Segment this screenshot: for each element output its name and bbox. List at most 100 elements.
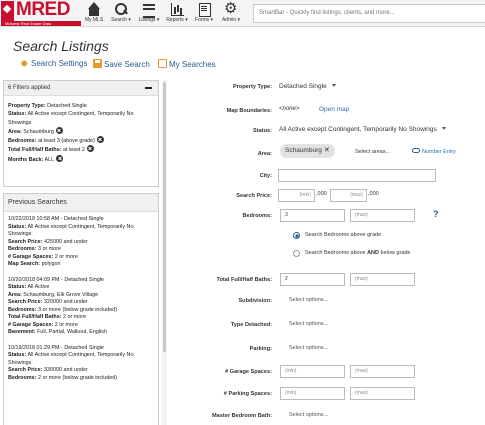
parking-spaces-max-input[interactable]: (max) <box>350 387 415 400</box>
subdivision-select[interactable]: Select options... <box>289 297 328 303</box>
previous-search-criterion: Search Price: 330000 and under <box>8 367 88 373</box>
previous-search-criterion: Search Price: 320000 and under <box>8 299 88 305</box>
previous-searches-list: 10/22/2018 10:58 AM - Detached Single Sta… <box>4 212 158 394</box>
remove-filter-icon[interactable] <box>86 145 94 153</box>
previous-search-entry[interactable]: 10/22/2018 10:58 AM - Detached Single Sta… <box>8 216 154 269</box>
nav-label: Forms ▾ <box>194 17 214 23</box>
nav-admin[interactable]: Admin ▾ <box>219 0 243 26</box>
master-bath-select[interactable]: Select options... <box>289 412 328 418</box>
map-boundaries-label: Map Boundaries: <box>226 108 272 114</box>
previous-search-entry[interactable]: 10/20/2018 04:09 PM - Detached Single Sta… <box>8 277 154 337</box>
garage-spaces-label: # Garage Spaces: <box>225 369 272 375</box>
chevron-down-icon <box>331 84 336 87</box>
search-settings-button[interactable]: ✹ Search Settings <box>20 59 87 70</box>
settings-gear-icon: ✹ <box>20 59 29 70</box>
parking-spaces-min-input[interactable]: (min) <box>280 387 345 400</box>
parking-select[interactable]: Select options... <box>289 345 328 351</box>
my-searches-label: My Searches <box>169 60 216 69</box>
save-search-label: Save Search <box>104 60 150 69</box>
help-icon[interactable]: ? <box>433 209 439 219</box>
map-boundaries-value: <none> <box>279 106 300 112</box>
nav-label: Search ▾ <box>111 17 131 23</box>
save-icon <box>93 59 102 68</box>
my-searches-button[interactable]: My Searches <box>158 59 216 69</box>
folder-icon <box>158 59 167 68</box>
bedrooms-min-input[interactable]: 3 <box>280 209 345 222</box>
previous-search-criterion: Bedrooms: 3 or more (below grade include… <box>8 306 118 313</box>
close-icon[interactable]: ✕ <box>324 147 330 154</box>
save-search-button[interactable]: Save Search <box>93 59 150 69</box>
open-map-link[interactable]: Open map <box>319 106 349 113</box>
area-chip-label: Schaumburg <box>285 147 322 154</box>
select-areas-input[interactable]: Select areas... <box>355 149 390 155</box>
previous-search-entry[interactable]: 10/19/2018 01:29 PM - Detached Single Sta… <box>8 345 154 383</box>
type-detached-select[interactable]: Select options... <box>289 321 328 327</box>
baths-max-input[interactable]: (max) <box>350 273 415 286</box>
bedrooms-max-input[interactable]: (max) <box>350 209 415 222</box>
filter-item: Bedrooms: at least 3 (above grade) <box>8 136 154 145</box>
price-min-suffix: ,000 <box>316 191 327 197</box>
page-title: Search Listings <box>13 38 109 54</box>
remove-filter-icon[interactable] <box>55 126 63 134</box>
remove-filter-icon[interactable] <box>56 154 64 162</box>
previous-search-criterion: Status: All Active <box>8 284 50 290</box>
search-icon <box>114 2 128 16</box>
left-scrollbar-thumb[interactable] <box>163 82 166 352</box>
previous-search-criterion: Map Search: polygon <box>8 261 61 267</box>
garage-max-input[interactable]: (max) <box>350 365 415 378</box>
previous-search-title: 10/22/2018 10:58 AM - Detached Single <box>8 216 104 222</box>
home-icon <box>87 2 101 16</box>
price-min-input[interactable]: (min) <box>278 189 315 202</box>
nav-forms[interactable]: Forms ▾ <box>193 2 215 26</box>
nav-label: Admin ▾ <box>221 17 241 23</box>
filter-item: Total Full/Half Baths: at least 2 <box>8 145 154 154</box>
property-type-label: Property Type: <box>232 84 272 90</box>
filters-count: 6 Filters applied <box>8 85 51 91</box>
baths-label: Total Full/Half Baths: <box>216 277 272 283</box>
city-input[interactable] <box>278 169 436 182</box>
previous-search-criterion: Bedrooms: 3 or more <box>8 246 62 252</box>
nav-reports[interactable]: Reports ▾ <box>165 2 189 26</box>
listings-icon <box>142 2 156 18</box>
gear-icon <box>224 0 238 17</box>
bedrooms-below-grade-label: Search Bedrooms above AND below grade <box>305 250 411 256</box>
property-type-select[interactable]: Detached Single <box>279 83 336 90</box>
filter-item: Area: Schaumburg <box>8 126 154 136</box>
property-type-value: Detached Single <box>279 83 327 90</box>
previous-search-criterion: Basement: Full, Partial, Walkout, Englis… <box>8 329 107 335</box>
nav-listings[interactable]: Listings ▾ <box>137 2 161 26</box>
nav-label: Reports ▾ <box>166 17 188 23</box>
parking-spaces-label: # Parking Spaces: <box>223 391 272 397</box>
logo-subtitle: Midwest Real Estate Data <box>1 21 81 26</box>
previous-search-criterion: Status: All Active except Contingent, Te… <box>8 352 134 366</box>
baths-min-input[interactable]: 2 <box>280 273 345 286</box>
price-max-input[interactable]: (max) <box>330 189 367 202</box>
nav-search[interactable]: Search ▾ <box>110 2 132 26</box>
collapse-icon[interactable] <box>145 87 152 89</box>
garage-min-input[interactable]: (min) <box>280 365 345 378</box>
status-value: All Active except Contingent, Temporaril… <box>279 126 437 133</box>
logo-text: MRED <box>16 0 70 20</box>
status-select[interactable]: All Active except Contingent, Temporaril… <box>279 126 446 133</box>
number-entry-link[interactable]: Number Entry <box>412 148 456 155</box>
status-label: Status: <box>253 128 272 134</box>
remove-filter-icon[interactable] <box>96 136 104 144</box>
city-label: City: <box>259 173 272 179</box>
bedrooms-label: Bedrooms: <box>242 213 272 219</box>
area-chip[interactable]: Schaumburg ✕ <box>280 144 335 158</box>
previous-searches-panel: Previous Searches 10/22/2018 10:58 AM - … <box>3 193 159 425</box>
area-label: Area: <box>257 151 272 157</box>
smartbar-input[interactable]: SmartBar - Quickly find listings, client… <box>253 4 485 23</box>
bedrooms-below-grade-radio[interactable] <box>293 250 300 257</box>
type-detached-label: Type Detached: <box>230 322 272 328</box>
price-max-suffix: ,000 <box>368 191 379 197</box>
bedrooms-above-grade-radio[interactable] <box>293 232 300 239</box>
mred-logo[interactable]: MRED Midwest Real Estate Data <box>1 0 81 26</box>
nav-label: My MLS <box>84 17 104 23</box>
search-price-label: Search Price: <box>236 193 272 199</box>
previous-search-criterion: Total Full/Half Baths: 2 or more <box>8 314 87 320</box>
nav-my-mls[interactable]: My MLS <box>84 2 104 26</box>
logo-mark-icon <box>1 1 14 21</box>
subdivision-label: Subdivision: <box>238 298 272 304</box>
top-nav: MRED Midwest Real Estate Data My MLS Sea… <box>0 0 485 27</box>
